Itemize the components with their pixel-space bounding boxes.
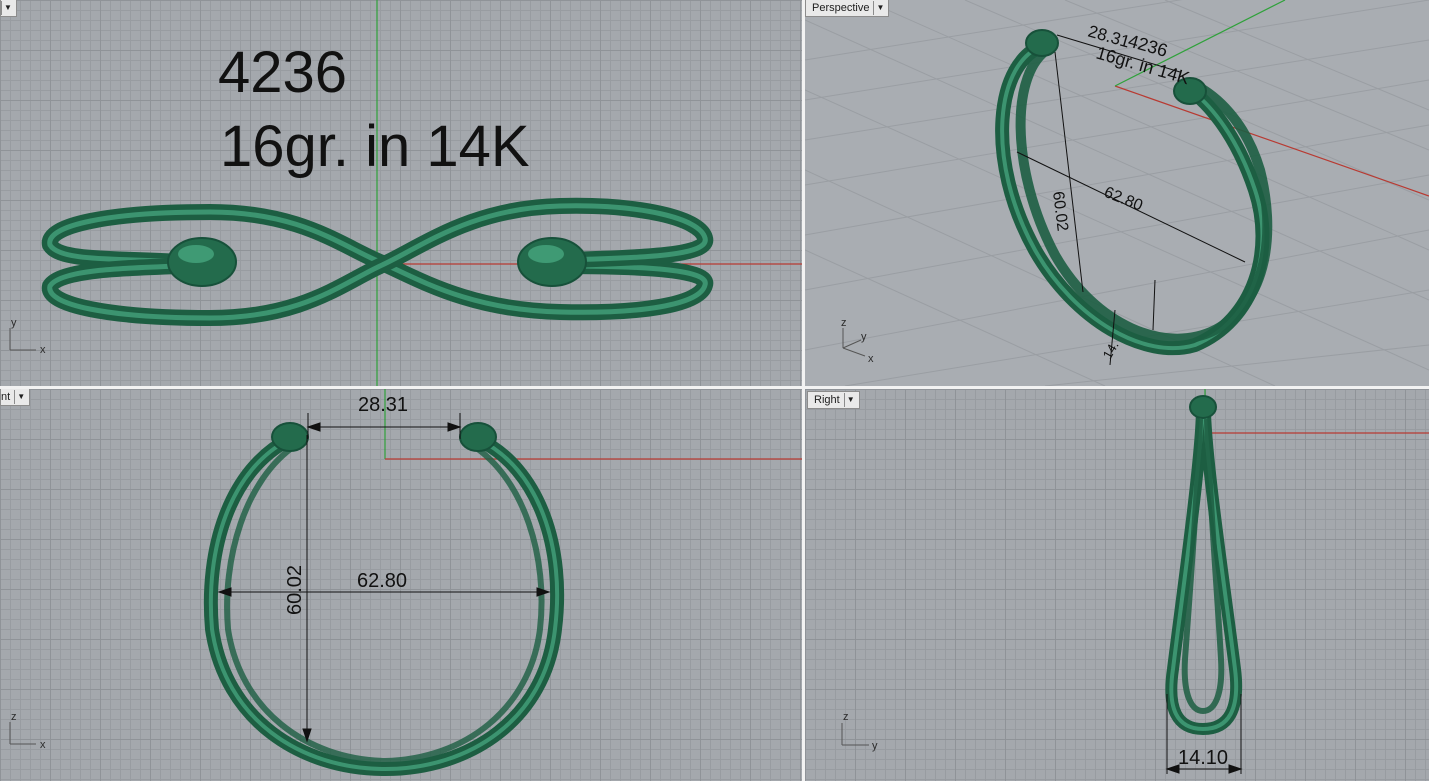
svg-text:14.10: 14.10 (1178, 747, 1228, 769)
svg-text:60.02: 60.02 (284, 565, 306, 615)
svg-text:62.80: 62.80 (1102, 184, 1146, 215)
chevron-down-icon[interactable]: ▼ (14, 390, 27, 404)
chevron-down-icon[interactable]: ▼ (843, 393, 857, 407)
viewport-right[interactable]: 14.10 z y Right ▼ (805, 389, 1429, 781)
svg-text:x: x (40, 739, 46, 751)
bracelet-right-model (1165, 395, 1243, 736)
top-view-scene: y x (9, 0, 802, 386)
bracelet-front-model (203, 422, 565, 777)
viewport-perspective[interactable]: 28.31 4236 16gr. in 14K 60.02 62.80 14. … (805, 0, 1429, 386)
svg-text:y: y (11, 317, 17, 329)
design-weight: 16gr. in 14K (220, 114, 530, 179)
viewport-top[interactable]: y x 4236 16gr. in 14K ▼ (0, 0, 802, 386)
viewport-divider-vertical[interactable] (802, 0, 805, 781)
svg-text:y: y (861, 331, 867, 343)
svg-text:x: x (40, 344, 46, 356)
svg-text:62.80: 62.80 (357, 570, 407, 592)
front-view-scene: 28.31 62.80 60.02 z x (9, 389, 802, 777)
right-view-scene: 14.10 z y (841, 389, 1429, 774)
chevron-down-icon[interactable]: ▼ (1, 1, 14, 15)
svg-text:z: z (841, 317, 847, 329)
axis-triad-top: y x (9, 317, 46, 356)
svg-text:z: z (11, 711, 17, 723)
design-number: 4236 (218, 40, 348, 105)
viewport-right-label[interactable]: Right ▼ (807, 391, 860, 409)
svg-text:60.02: 60.02 (1049, 190, 1071, 232)
axis-triad-front: z x (9, 711, 46, 751)
viewport-perspective-name: Perspective (812, 2, 870, 14)
svg-text:28.31: 28.31 (358, 394, 408, 416)
svg-text:x: x (868, 353, 874, 365)
viewport-perspective-label[interactable]: Perspective ▼ (805, 0, 890, 17)
viewport-front-name: nt (1, 391, 11, 403)
viewport-right-name: Right (814, 394, 840, 406)
svg-text:y: y (872, 740, 878, 752)
svg-text:z: z (843, 711, 849, 723)
svg-text:14.: 14. (1100, 338, 1122, 361)
viewport-divider-horizontal[interactable] (0, 386, 1429, 389)
perspective-scene: 28.31 4236 16gr. in 14K 60.02 62.80 14. … (805, 0, 1429, 386)
viewport-top-label[interactable]: ▼ (0, 0, 17, 17)
bracelet-perspective-model (995, 29, 1273, 356)
chevron-down-icon[interactable]: ▼ (873, 1, 886, 15)
viewport-front[interactable]: 28.31 62.80 60.02 z x nt ▼ (0, 389, 802, 781)
viewport-front-label[interactable]: nt ▼ (0, 389, 31, 406)
axis-triad-perspective: z y x (841, 317, 874, 365)
axis-triad-right: z y (841, 711, 878, 752)
